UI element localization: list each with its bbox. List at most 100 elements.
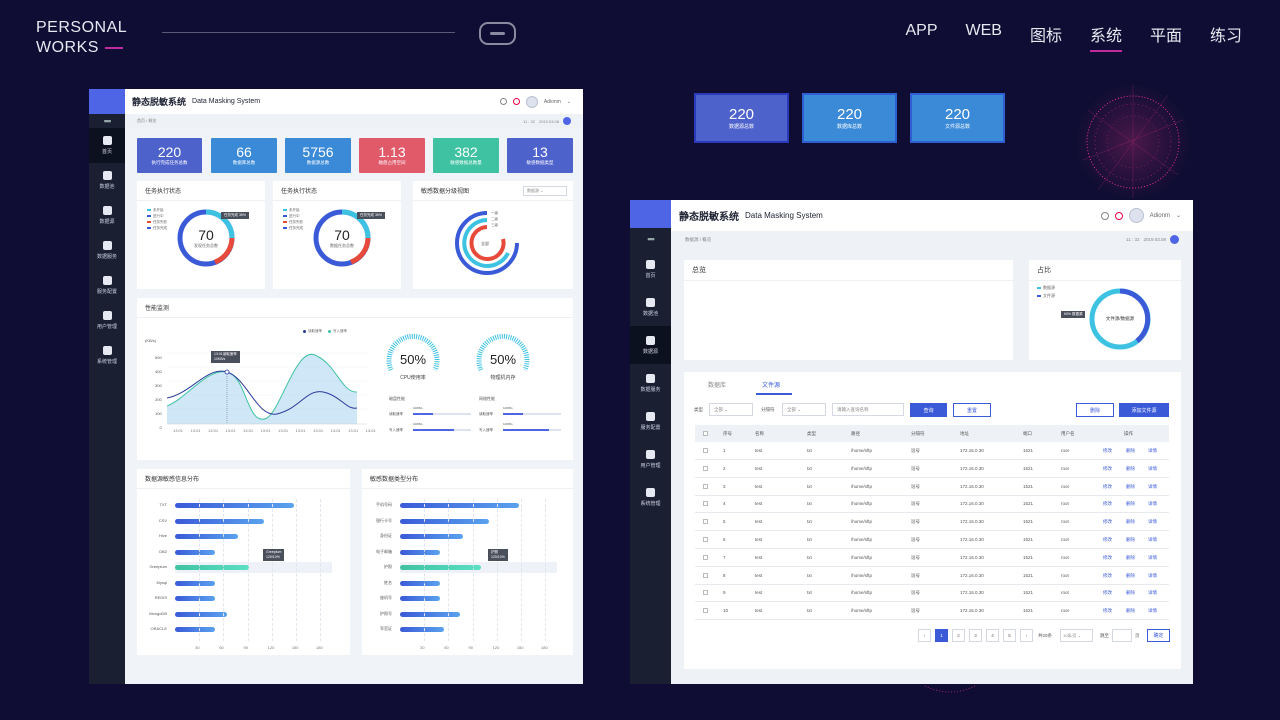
row-checkbox[interactable] — [703, 483, 708, 489]
calendar-icon[interactable] — [1170, 235, 1179, 244]
delete-link[interactable]: 删除 — [1126, 537, 1135, 543]
bar[interactable] — [175, 549, 216, 555]
table-row[interactable]: 8 test txt/home/sftp 逗号 172.16.0.30 1521 root 修… — [695, 567, 1169, 585]
jump-confirm-button[interactable]: 确定 — [1147, 629, 1170, 642]
detail-link[interactable]: 详情 — [1148, 448, 1157, 454]
type-select[interactable]: 全部 ⌄ — [709, 403, 753, 416]
detail-link[interactable]: 详情 — [1148, 484, 1157, 490]
bar[interactable] — [400, 627, 445, 632]
nav-icons[interactable]: 图标 — [1030, 22, 1062, 46]
separator-select[interactable]: 全部 ⌄ — [782, 403, 826, 416]
bar[interactable] — [400, 565, 481, 570]
page-4[interactable]: 4 — [986, 629, 999, 642]
nav-app[interactable]: APP — [905, 22, 937, 46]
table-row[interactable]: 3 test txt/home/sftp 逗号 172.16.0.30 1521 root 修… — [695, 478, 1169, 496]
row-checkbox[interactable] — [703, 465, 708, 471]
detail-link[interactable]: 详情 — [1148, 590, 1157, 596]
nav-web[interactable]: WEB — [965, 22, 1001, 46]
edit-link[interactable]: 修改 — [1103, 573, 1112, 579]
stat-datasources[interactable]: 5756 数据源总数 — [285, 138, 351, 173]
next-page-button[interactable]: › — [1020, 629, 1033, 642]
row-checkbox[interactable] — [703, 554, 708, 560]
nav-system[interactable]: 系统 — [1089, 22, 1122, 52]
stat-sensitive-count[interactable]: 382 敏感数据总数量 — [433, 138, 499, 173]
stat-tasks[interactable]: 220 执行完成任务总数 — [137, 138, 202, 173]
detail-link[interactable]: 详情 — [1148, 608, 1157, 614]
tab-filesource[interactable]: 文件源 — [762, 380, 780, 389]
edit-link[interactable]: 修改 — [1103, 590, 1112, 596]
detail-link[interactable]: 详情 — [1148, 555, 1157, 561]
edit-link[interactable]: 修改 — [1103, 466, 1112, 472]
row-checkbox[interactable] — [703, 519, 708, 525]
gear-icon[interactable] — [499, 98, 507, 105]
apps-grid-icon[interactable]: ▪▪▪ — [630, 228, 671, 250]
search-input[interactable]: 请输入查询名称 — [832, 403, 904, 416]
edit-link[interactable]: 修改 — [1103, 608, 1112, 614]
sidebar-item-dataservice[interactable]: 数据服务 — [630, 364, 671, 402]
bar[interactable] — [400, 518, 489, 524]
sidebar-item-datapool[interactable]: 数据池 — [89, 163, 125, 198]
delete-link[interactable]: 删除 — [1126, 501, 1135, 507]
sidebar-item-home[interactable]: 首页 — [89, 128, 125, 163]
bell-icon[interactable] — [1114, 211, 1123, 220]
edit-link[interactable]: 修改 — [1103, 519, 1112, 525]
edit-link[interactable]: 修改 — [1103, 537, 1112, 543]
delete-button[interactable]: 删除 — [1076, 403, 1114, 417]
page-1[interactable]: 1 — [935, 629, 948, 642]
bar[interactable] — [175, 503, 295, 508]
nav-practice[interactable]: 练习 — [1210, 22, 1242, 46]
bar[interactable] — [175, 565, 250, 570]
sidebar-item-serviceconfig[interactable]: 服务配置 — [630, 402, 671, 440]
bell-icon[interactable] — [512, 98, 520, 105]
sidebar-item-system[interactable]: 系统管理 — [89, 338, 125, 373]
table-row[interactable]: 9 test txt/home/sftp 逗号 172.16.0.30 1521 root 修… — [695, 584, 1169, 603]
delete-link[interactable]: 删除 — [1126, 519, 1135, 525]
row-checkbox[interactable] — [703, 608, 708, 614]
overview-datasource-total[interactable]: 220 数据源总数 — [694, 93, 789, 143]
bar[interactable] — [175, 611, 228, 617]
table-row[interactable]: 7 test txt/home/sftp 逗号 172.16.0.30 1521 root 修… — [695, 549, 1169, 567]
bar[interactable] — [175, 596, 216, 601]
detail-link[interactable]: 详情 — [1148, 519, 1157, 525]
sidebar-item-datasource[interactable]: 数据源 — [630, 326, 671, 364]
edit-link[interactable]: 修改 — [1103, 448, 1112, 454]
page-5[interactable]: 5 — [1003, 629, 1016, 642]
row-checkbox[interactable] — [703, 448, 708, 453]
overview-file-total[interactable]: 220 文件源总数 — [910, 93, 1005, 143]
row-checkbox[interactable] — [703, 501, 708, 507]
detail-link[interactable]: 详情 — [1148, 466, 1157, 472]
row-checkbox[interactable] — [703, 537, 708, 542]
sidebar-item-users[interactable]: 用户管理 — [89, 303, 125, 338]
bar[interactable] — [400, 580, 441, 586]
per-page-select[interactable]: 10条/页 ⌄ — [1060, 629, 1093, 642]
sidebar-item-serviceconfig[interactable]: 服务配置 — [89, 268, 125, 303]
row-checkbox[interactable] — [703, 590, 708, 596]
chevron-down-icon[interactable]: ⌄ — [567, 99, 571, 105]
query-button[interactable]: 查询 — [910, 403, 947, 417]
table-row[interactable]: 5 test txt/home/sftp 逗号 172.16.0.30 1521 root 修… — [695, 513, 1169, 532]
bar[interactable] — [400, 549, 441, 555]
table-row[interactable]: 4 test txt/home/sftp 逗号 172.16.0.30 1521 root 修… — [695, 495, 1169, 514]
table-row[interactable]: 6 test txt/home/sftp 逗号 172.16.0.30 1521 root 修… — [695, 531, 1169, 549]
select-all-checkbox[interactable] — [703, 431, 708, 436]
username[interactable]: Adionm — [544, 99, 561, 105]
bar[interactable] — [400, 534, 463, 539]
stat-disk[interactable]: 1.13 磁盘占用空间 — [359, 138, 425, 173]
table-row[interactable]: 10 test txt/home/sftp 逗号 172.16.0.30 1521 root… — [695, 602, 1169, 621]
table-row[interactable]: 1 test txt/home/sftp 逗号 172.16.0.30 1521 root 修… — [695, 442, 1169, 460]
table-row[interactable]: 2 test txt/home/sftp 逗号 172.16.0.30 1521 root 修… — [695, 460, 1169, 478]
prev-page-button[interactable]: ‹ — [918, 629, 931, 642]
detail-link[interactable]: 详情 — [1148, 537, 1157, 543]
bar[interactable] — [400, 611, 461, 617]
bar[interactable] — [400, 503, 520, 508]
stat-sensitive-types[interactable]: 13 敏感数据类型 — [507, 138, 573, 173]
crumb-home[interactable]: 数据源 — [685, 237, 699, 242]
delete-link[interactable]: 删除 — [1126, 555, 1135, 561]
bar[interactable] — [175, 518, 264, 524]
detail-link[interactable]: 详情 — [1148, 501, 1157, 507]
toggle-icon[interactable] — [479, 22, 516, 45]
gear-icon[interactable] — [1100, 211, 1109, 220]
delete-link[interactable]: 删除 — [1126, 573, 1135, 579]
nav-graphic[interactable]: 平面 — [1150, 22, 1182, 46]
delete-link[interactable]: 删除 — [1126, 590, 1135, 596]
